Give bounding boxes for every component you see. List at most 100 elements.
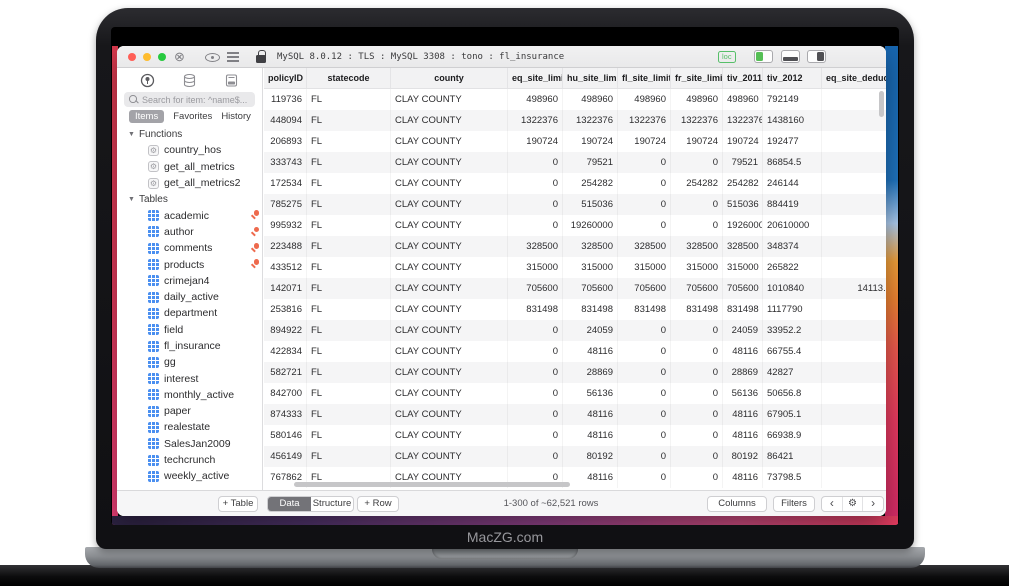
section-functions[interactable]: ▼ Functions: [117, 126, 262, 142]
prev-page-button[interactable]: ‹: [822, 497, 843, 511]
cell[interactable]: 874333: [264, 404, 307, 425]
cell[interactable]: 0: [671, 320, 723, 341]
cell[interactable]: 48116: [723, 404, 763, 425]
cell[interactable]: 1010840: [763, 278, 822, 299]
cell[interactable]: CLAY COUNTY: [391, 362, 508, 383]
column-header-policyID[interactable]: policyID: [264, 68, 307, 88]
close-window-button[interactable]: [128, 53, 136, 61]
cell[interactable]: 66755.4: [763, 341, 822, 362]
zoom-window-button[interactable]: [158, 53, 166, 61]
cell[interactable]: FL: [307, 131, 391, 152]
cell[interactable]: 192477: [763, 131, 822, 152]
cell[interactable]: 0: [822, 89, 886, 110]
cell[interactable]: 0: [508, 425, 563, 446]
table-row[interactable]: 894922FLCLAY COUNTY024059002405933952.20: [264, 320, 886, 341]
minimize-window-button[interactable]: [143, 53, 151, 61]
toggle-bottom-panel-icon[interactable]: [781, 50, 800, 63]
cell[interactable]: 254282: [723, 173, 763, 194]
cell[interactable]: FL: [307, 341, 391, 362]
cell[interactable]: 328500: [563, 236, 618, 257]
cell[interactable]: 0: [671, 215, 723, 236]
sidebar-item-techcrunch[interactable]: techcrunch: [117, 452, 262, 468]
cell[interactable]: 0: [618, 341, 671, 362]
cell[interactable]: 705600: [508, 278, 563, 299]
cell[interactable]: 190724: [563, 131, 618, 152]
column-header-county[interactable]: county: [391, 68, 508, 88]
cell[interactable]: FL: [307, 110, 391, 131]
cell[interactable]: 56136: [723, 383, 763, 404]
cell[interactable]: 580146: [264, 425, 307, 446]
cell[interactable]: CLAY COUNTY: [391, 404, 508, 425]
cell[interactable]: FL: [307, 173, 391, 194]
cell[interactable]: FL: [307, 257, 391, 278]
tab-history[interactable]: History: [221, 111, 251, 122]
cell[interactable]: 1438160: [763, 110, 822, 131]
cell[interactable]: CLAY COUNTY: [391, 194, 508, 215]
cell[interactable]: 515036: [563, 194, 618, 215]
column-header-tiv_2011[interactable]: tiv_2011: [723, 68, 763, 88]
cell[interactable]: 0: [508, 173, 563, 194]
sidebar-item-daily_active[interactable]: daily_active: [117, 289, 262, 305]
cell[interactable]: 831498: [618, 299, 671, 320]
cell[interactable]: 0: [671, 425, 723, 446]
horizontal-scrollbar[interactable]: [294, 482, 570, 487]
cell[interactable]: CLAY COUNTY: [391, 236, 508, 257]
vertical-scrollbar[interactable]: [879, 91, 884, 117]
sidebar-item-academic[interactable]: academic: [117, 207, 262, 223]
cell[interactable]: 0: [822, 467, 886, 488]
cell[interactable]: 328500: [618, 236, 671, 257]
cell[interactable]: 0: [618, 194, 671, 215]
column-header-hu_site_limit[interactable]: hu_site_limit: [563, 68, 618, 88]
column-header-fr_site_limit[interactable]: fr_site_limit: [671, 68, 723, 88]
cell[interactable]: 0: [822, 446, 886, 467]
cell[interactable]: 80192: [723, 446, 763, 467]
cell[interactable]: FL: [307, 194, 391, 215]
cell[interactable]: FL: [307, 404, 391, 425]
cell[interactable]: 190724: [508, 131, 563, 152]
cell[interactable]: 0: [671, 341, 723, 362]
cell[interactable]: 190724: [723, 131, 763, 152]
database-icon[interactable]: [182, 73, 197, 88]
cell[interactable]: 190724: [618, 131, 671, 152]
cell[interactable]: 705600: [723, 278, 763, 299]
next-page-button[interactable]: ›: [863, 497, 883, 511]
cell[interactable]: 498960: [723, 89, 763, 110]
cell[interactable]: CLAY COUNTY: [391, 425, 508, 446]
cell[interactable]: 0: [671, 194, 723, 215]
cell[interactable]: 0: [618, 467, 671, 488]
cell[interactable]: 24059: [723, 320, 763, 341]
sidebar-item-products[interactable]: products: [117, 256, 262, 272]
cell[interactable]: 433512: [264, 257, 307, 278]
cell[interactable]: 0: [618, 404, 671, 425]
cell[interactable]: 0: [671, 152, 723, 173]
cell[interactable]: 498960: [563, 89, 618, 110]
cell[interactable]: 1322376: [563, 110, 618, 131]
cell[interactable]: 48116: [563, 425, 618, 446]
cell[interactable]: 0: [822, 362, 886, 383]
cell[interactable]: 253816: [264, 299, 307, 320]
cell[interactable]: 831498: [508, 299, 563, 320]
cell[interactable]: 48116: [563, 404, 618, 425]
cell[interactable]: 333743: [264, 152, 307, 173]
cell[interactable]: 0: [822, 299, 886, 320]
cell[interactable]: 42827: [763, 362, 822, 383]
sidebar-item-get_all_metrics[interactable]: ⚙get_all_metrics: [117, 159, 262, 175]
cell[interactable]: 831498: [723, 299, 763, 320]
cell[interactable]: 0: [618, 383, 671, 404]
cell[interactable]: CLAY COUNTY: [391, 446, 508, 467]
cell[interactable]: 328500: [723, 236, 763, 257]
cell[interactable]: 1117790: [763, 299, 822, 320]
cell[interactable]: 831498: [563, 299, 618, 320]
sidebar-item-crimejan4[interactable]: crimejan4: [117, 273, 262, 289]
sidebar-item-get_all_metrics2[interactable]: ⚙get_all_metrics2: [117, 175, 262, 191]
cell[interactable]: 498960: [508, 89, 563, 110]
cell[interactable]: 48116: [563, 341, 618, 362]
cell[interactable]: 0: [822, 341, 886, 362]
table-row[interactable]: 253816FLCLAY COUNTY831498831498831498831…: [264, 299, 886, 320]
cell[interactable]: CLAY COUNTY: [391, 173, 508, 194]
cell[interactable]: 0: [822, 131, 886, 152]
cell[interactable]: 0: [508, 446, 563, 467]
cell[interactable]: 0: [618, 215, 671, 236]
cell[interactable]: CLAY COUNTY: [391, 89, 508, 110]
column-header-statecode[interactable]: statecode: [307, 68, 391, 88]
